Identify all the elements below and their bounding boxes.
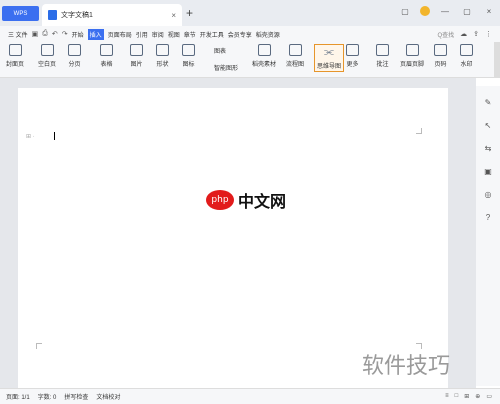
flowchart-button[interactable]: 流程图 (286, 44, 304, 68)
text-cursor (54, 132, 55, 140)
page-count: 页面: 1/1 (6, 395, 30, 401)
watermark-text: 中文网 (238, 192, 287, 211)
menu-item-docer[interactable]: 稻壳资源 (256, 30, 280, 39)
comment-button[interactable]: 批注 (376, 44, 389, 68)
picture-icon (130, 44, 143, 56)
help-icon[interactable]: ? (486, 213, 490, 222)
picture-button[interactable]: 图片 (130, 44, 143, 68)
mind-map-button[interactable]: ⫘ 思维导图 (314, 44, 345, 72)
proofread-button[interactable]: 文档校对 (96, 392, 120, 401)
word-count[interactable]: 字数: 0 (38, 392, 57, 401)
view-mode-icon-3[interactable]: ⊞ (464, 393, 469, 400)
cover-page-icon (8, 44, 22, 56)
cloud-icon[interactable]: ☁ (460, 30, 467, 39)
ribbon-scrollbar[interactable] (494, 42, 500, 78)
target-icon[interactable]: ◎ (485, 190, 492, 199)
menu-item-page-layout[interactable]: 页面布局 (108, 30, 132, 39)
watermark-logo: php 中文网 (206, 188, 286, 212)
menu-item-chapter[interactable]: 章节 (184, 30, 196, 39)
insert-ribbon: 封面页 空白页 分页 表格 图片 形状 图标 图表 智能图形 稻壳素材 流程图 … (0, 42, 500, 78)
document-icon (48, 10, 57, 20)
material-icon (257, 44, 271, 56)
backup-icon[interactable]: ▣ (484, 167, 492, 176)
maximize-icon[interactable]: ▢ (460, 4, 474, 18)
shape-icon (156, 44, 169, 56)
redo-icon[interactable]: ↷ (62, 30, 68, 38)
save-icon[interactable]: ▣ (32, 30, 39, 38)
page-number-icon (434, 44, 447, 56)
chart-smartart-group: 图表 智能图形 (214, 46, 238, 72)
margin-mark-bottom-left (36, 343, 42, 349)
smart-graphic-button[interactable]: 智能图形 (214, 63, 238, 72)
menu-item-view[interactable]: 视图 (168, 30, 180, 39)
share-icon[interactable]: ⇪ (473, 30, 479, 39)
php-logo: php (206, 190, 234, 210)
view-mode-icon-1[interactable]: ≡ (445, 393, 449, 400)
blank-page-icon (40, 44, 54, 56)
comment-icon (376, 44, 389, 56)
menu-item-insert[interactable]: 插入 (87, 28, 104, 40)
margin-mark-top-right (416, 128, 422, 134)
header-footer-icon (405, 44, 419, 56)
menu-bar: 三 文件 ▣ ⎙ ↶ ↷ 开始 插入 页面布局 引用 审阅 视图 章节 开发工具… (0, 26, 500, 42)
table-icon (100, 44, 113, 56)
menu-item-membership[interactable]: 会员专享 (228, 30, 252, 39)
close-window-icon[interactable]: × (482, 4, 496, 18)
wps-home-tab[interactable]: WPS (2, 6, 39, 21)
search-button[interactable]: Q查找 (437, 30, 454, 39)
more-dots-icon (346, 44, 359, 56)
watermark-bottom: 软件技巧 (362, 354, 451, 379)
avatar[interactable] (420, 6, 430, 16)
menu-item-start[interactable]: 开始 (72, 30, 84, 39)
watermark-icon (460, 44, 473, 56)
undo-icon[interactable]: ↶ (52, 30, 58, 38)
file-menu[interactable]: 三 文件 (8, 30, 28, 39)
spell-check-toggle[interactable]: 拼写检查 (64, 392, 88, 401)
adjust-icon[interactable]: ⇆ (485, 144, 492, 153)
close-tab-icon[interactable]: × (171, 11, 176, 20)
icon-button[interactable]: 图标 (182, 44, 195, 68)
page-number-button[interactable]: 页码 (434, 44, 447, 68)
minimize-icon[interactable]: — (438, 4, 452, 18)
docer-material-button[interactable]: 稻壳素材 (252, 44, 276, 68)
right-sidebar: ✎ ↖ ⇆ ▣ ◎ ? (476, 86, 500, 386)
more-button[interactable]: 更多 (346, 44, 359, 68)
menu-item-dev-tools[interactable]: 开发工具 (200, 30, 224, 39)
layout-icon[interactable]: ▢ (398, 4, 412, 18)
flowchart-icon (288, 44, 302, 56)
web-view-icon[interactable]: ⊕ (475, 393, 480, 400)
style-icon[interactable]: ✎ (485, 98, 492, 107)
menu-item-references[interactable]: 引用 (136, 30, 148, 39)
icons-icon (182, 44, 195, 56)
menu-item-review[interactable]: 审阅 (152, 30, 164, 39)
table-button[interactable]: 表格 (100, 44, 113, 68)
paragraph-marker: ⊞ · (26, 134, 35, 140)
new-tab-button[interactable]: + (186, 6, 193, 20)
header-footer-button[interactable]: 页眉页脚 (400, 44, 424, 68)
print-icon[interactable]: ⎙ (42, 30, 48, 38)
title-bar: WPS 文字文稿1 × + ▢ — ▢ × (0, 0, 500, 26)
more-icon[interactable]: ⋮ (485, 30, 492, 39)
shape-button[interactable]: 形状 (156, 44, 169, 68)
document-tab-label: 文字文稿1 (61, 12, 93, 19)
menu-right-group: Q查找 ☁ ⇪ ⋮ (437, 30, 500, 39)
document-tab[interactable]: 文字文稿1 × (42, 4, 182, 26)
select-icon[interactable]: ↖ (485, 121, 492, 130)
document-page[interactable]: ⊞ · (18, 88, 448, 388)
status-bar: 页面: 1/1 字数: 0 拼写检查 文档校对 ≡ □ ⊞ ⊕ ▭ (0, 388, 500, 404)
chart-button[interactable]: 图表 (214, 46, 238, 55)
view-controls: ≡ □ ⊞ ⊕ ▭ (445, 393, 500, 400)
window-controls: ▢ — ▢ × (398, 4, 496, 18)
page-break-button[interactable]: 分页 (68, 44, 81, 68)
cover-page-button[interactable]: 封面页 (6, 44, 24, 68)
mind-map-icon: ⫘ (324, 45, 334, 58)
focus-view-icon[interactable]: ▭ (486, 393, 492, 400)
view-mode-icon-2[interactable]: □ (455, 393, 459, 400)
page-break-icon (68, 44, 81, 56)
watermark-button[interactable]: 水印 (460, 44, 473, 68)
blank-page-button[interactable]: 空白页 (38, 44, 56, 68)
